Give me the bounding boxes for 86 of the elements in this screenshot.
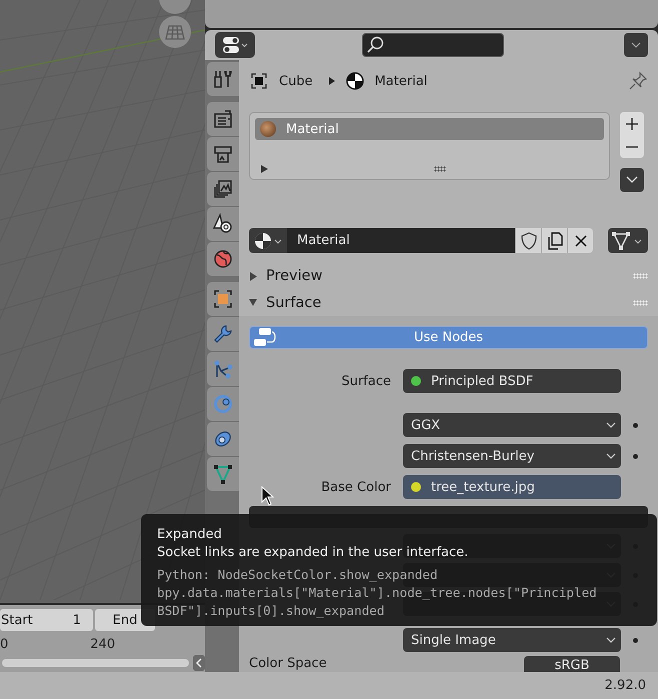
expand-triangle-icon [249,272,258,281]
python-path-text: Python: NodeSocketColor.show_expanded [157,566,439,584]
material-sphere-icon [253,230,283,251]
shield-icon [520,232,538,250]
options-dropdown[interactable] [624,33,648,57]
object-icon [249,71,269,92]
dropdown[interactable]: Single Image [403,628,621,652]
property-label: Base Color [320,480,391,494]
timeline-scrollbar[interactable] [2,659,190,667]
socket-value: tree_texture.jpg [431,480,535,494]
screwdriver-wrench-icon [212,68,234,90]
frame-number: 240 [90,637,116,654]
orbit-icon [212,393,234,415]
browse-material-button[interactable] [249,228,287,254]
properties-tab[interactable] [207,282,239,316]
editor-type-button[interactable] [215,32,255,58]
wrench-icon [212,323,234,345]
panel-header[interactable]: Preview [249,263,648,290]
plus-icon [626,118,638,130]
node-link-button[interactable] [608,228,648,254]
slot-menu-button[interactable] [620,168,644,192]
frame-label: End [112,612,138,628]
pin-icon[interactable] [628,71,648,92]
frame-field[interactable]: Start 1 [0,609,93,631]
chevron-down-icon [606,453,616,459]
breadcrumb-item[interactable]: Cube [279,74,313,89]
use-nodes-button[interactable]: Use Nodes [249,326,648,349]
square-object-icon [212,288,234,310]
particles-icon [212,358,234,380]
socket-field[interactable]: tree_texture.jpg [403,475,621,499]
socket-value: Principled BSDF [431,374,534,388]
dropdown-value: sRGB [554,658,590,672]
material-sphere-icon [344,71,365,92]
keyframe-dot-icon[interactable] [633,638,638,642]
grid-plane-icon [165,24,185,40]
dropdown-value: Christensen-Burley [411,448,534,464]
tooltip-description: Socket links are expanded in the user interface. [157,544,470,562]
globe-icon [212,248,234,270]
socket-field[interactable]: Principled BSDF [403,369,621,393]
chevron-down-icon [606,637,616,643]
panel-title: Preview [266,268,322,284]
expand-triangle-icon[interactable] [261,165,268,174]
drag-handle-icon[interactable] [633,273,648,280]
keyframe-dot-icon[interactable] [633,422,638,428]
toggle-icon [222,36,248,54]
copy-icon [546,232,564,250]
slot-name: Material [286,122,339,137]
property-label: Surface [340,374,391,388]
chevron-down-icon [606,422,616,428]
dropdown[interactable]: sRGB [524,656,620,672]
python-path-text: BSDF"].inputs[0].show_expanded [157,602,386,620]
cone-sphere-icon [212,213,234,235]
search-field[interactable] [362,33,504,57]
material-selector[interactable]: Material [249,228,593,254]
dropdown[interactable]: Christensen-Burley [403,444,621,468]
chevron-down-icon [631,42,641,48]
panel-title: Surface [266,294,322,311]
collapse-triangle-icon [249,298,258,308]
panel-header[interactable]: Surface [249,290,648,316]
frame-number: 0 [0,637,8,654]
printer-icon [212,143,234,165]
chevron-down-icon [626,176,638,184]
breadcrumb-separator-icon [328,77,335,86]
dropdown-value: GGX [411,418,440,432]
mouse-cursor-icon [261,486,275,506]
stacked-images-icon [212,178,234,200]
property-label: Color Space [249,656,328,671]
frame-value: 1 [72,612,81,628]
frame-label: Start [1,612,33,628]
keyframe-dot-icon[interactable] [633,454,638,458]
search-icon [365,35,385,55]
material-slot[interactable]: Material [255,118,604,140]
resize-grip-icon[interactable] [434,166,446,172]
properties-tab[interactable] [207,207,239,241]
python-path-text: bpy.data.materials["Material"].node_tree.nodes["Principled [157,584,598,602]
dropdown-value: Single Image [411,632,496,648]
material-name: Material [287,228,515,254]
close-icon [574,234,588,248]
dropdown[interactable]: GGX [403,413,621,437]
breadcrumb-item[interactable]: Material [374,74,428,89]
tooltip-title: Expanded [157,526,223,544]
vertex-triangle-icon [212,463,234,485]
drag-handle-icon[interactable] [633,300,648,306]
version-label: 2.92.0 [604,678,646,693]
collapse-arrow-icon[interactable] [193,655,205,671]
wood-sphere-icon [260,121,276,138]
